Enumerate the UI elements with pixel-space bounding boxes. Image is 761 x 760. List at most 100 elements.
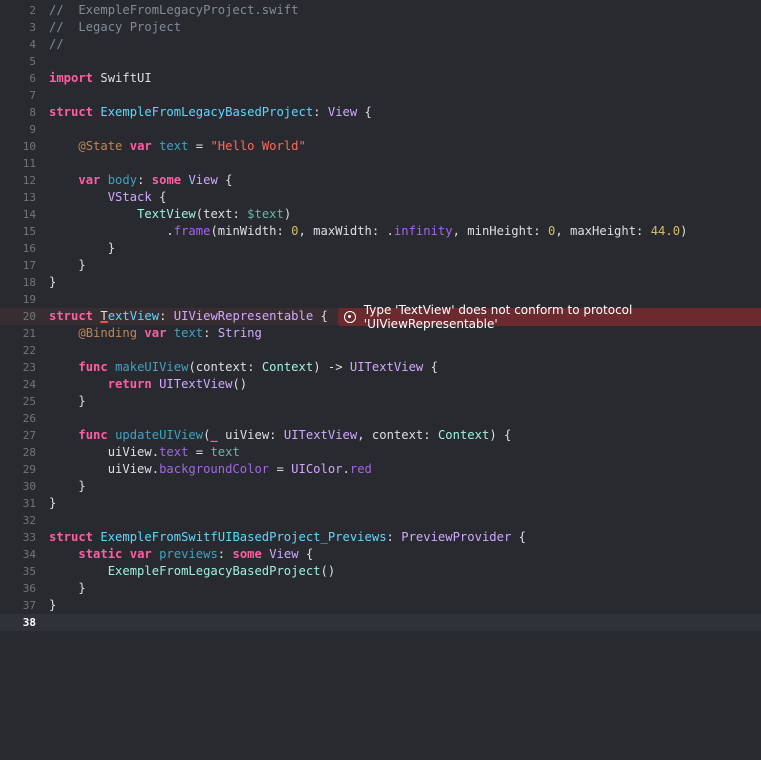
code-token: UITextView [159, 377, 233, 391]
code-token: func [78, 428, 108, 442]
code-token: } [49, 479, 86, 493]
line-number: 18 [22, 276, 36, 289]
line-number: 26 [22, 412, 36, 425]
code-line[interactable]: 30 } [0, 478, 761, 495]
line-number: 7 [29, 89, 36, 102]
code-token: , minHeight: [452, 224, 548, 238]
code-text: VStack { [49, 189, 167, 206]
code-text: } [49, 393, 85, 410]
code-token: text [173, 326, 204, 340]
code-token: = [269, 462, 292, 476]
code-editor[interactable]: 2 // ExempleFromLegacyProject.swift 3 // Le… [0, 0, 761, 760]
line-number: 2 [29, 4, 36, 17]
code-line[interactable]: 10 @State var text = "Hello World" [0, 138, 761, 155]
line-number: 24 [22, 378, 36, 391]
code-text: } [49, 597, 56, 614]
code-line[interactable]: 32 [0, 512, 761, 529]
code-line[interactable]: 13 VStack { [0, 189, 761, 206]
code-token: import [49, 71, 94, 85]
code-line[interactable]: 7 [0, 87, 761, 104]
code-token: struct [49, 309, 94, 323]
code-token: } [49, 496, 57, 510]
code-line[interactable]: 27 func updateUIView(_ uiView: UITextVie… [0, 427, 761, 444]
code-token: makeUIView [115, 360, 189, 374]
code-token: extView [107, 309, 160, 323]
code-token: { [357, 105, 372, 119]
code-line[interactable]: 6 import SwiftUI [0, 70, 761, 87]
code-token: String [217, 326, 262, 340]
code-line[interactable]: 36 } [0, 580, 761, 597]
code-token: 0 [291, 224, 299, 238]
code-line[interactable]: 9 [0, 121, 761, 138]
line-number: 9 [29, 123, 36, 136]
code-line[interactable]: 38 [0, 614, 761, 631]
code-token: // Legacy Project [49, 20, 182, 34]
code-line[interactable]: 14 TextView(text: $text) [0, 206, 761, 223]
code-line[interactable]: 25 } [0, 393, 761, 410]
code-line[interactable]: 8 struct ExempleFromLegacyBasedProject: V… [0, 104, 761, 121]
code-token: { [313, 309, 328, 323]
code-token: , maxHeight: [555, 224, 651, 238]
code-token: { [423, 360, 438, 374]
code-line[interactable]: 16 } [0, 240, 761, 257]
code-token: $text [247, 207, 284, 221]
line-number: 13 [22, 191, 36, 204]
code-line[interactable]: 3 // Legacy Project [0, 19, 761, 36]
code-line[interactable]: 4 // [0, 36, 761, 53]
code-token: struct [49, 105, 94, 119]
code-token: : [313, 105, 328, 119]
code-token: body [107, 173, 138, 187]
code-token: 44.0 [650, 224, 681, 238]
code-token: uiView. [49, 445, 160, 459]
code-token: infinity [393, 224, 453, 238]
code-token: // ExempleFromLegacyProject.swift [49, 3, 299, 17]
code-text: func updateUIView(_ uiView: UITextView, … [49, 427, 511, 444]
code-token: = [188, 445, 211, 459]
code-line[interactable]: 22 [0, 342, 761, 359]
code-token: (context: [188, 360, 262, 374]
code-token: { [298, 547, 314, 561]
code-line[interactable]: 15 .frame(minWidth: 0, maxWidth: .infini… [0, 223, 761, 240]
code-text: } [49, 240, 115, 257]
code-token: var [129, 547, 152, 561]
code-line[interactable]: 28 uiView.text = text [0, 444, 761, 461]
code-token: frame [173, 224, 211, 238]
code-line[interactable]: 24 return UITextView() [0, 376, 761, 393]
code-line[interactable]: 29 uiView.backgroundColor = UIColor.red [0, 461, 761, 478]
code-token: updateUIView [115, 428, 204, 442]
code-token: text [210, 445, 240, 459]
code-line[interactable]: 12 var body: some View { [0, 172, 761, 189]
line-number: 15 [22, 225, 36, 238]
code-line[interactable]: 35 ExempleFromLegacyBasedProject() [0, 563, 761, 580]
error-banner[interactable]: Type 'TextView' does not conform to prot… [338, 303, 761, 331]
code-line[interactable]: 2 // ExempleFromLegacyProject.swift [0, 2, 761, 19]
code-line[interactable]: 31} [0, 495, 761, 512]
code-text: // Legacy Project [49, 19, 181, 36]
line-number: 38 [22, 616, 36, 629]
code-line[interactable]: 18} [0, 274, 761, 291]
code-line[interactable]: 34 static var previews: some View { [0, 546, 761, 563]
code-token: { [151, 190, 167, 204]
code-token: (text: [195, 207, 248, 221]
code-line[interactable]: 5 [0, 53, 761, 70]
code-line[interactable]: 26 [0, 410, 761, 427]
code-line[interactable]: 23 func makeUIView(context: Context) -> … [0, 359, 761, 376]
code-token: ) { [489, 428, 512, 442]
line-number: 5 [29, 55, 36, 68]
code-line[interactable]: 11 [0, 155, 761, 172]
code-token: struct [49, 530, 94, 544]
code-line[interactable]: 33 struct ExempleFromSwitfUIBasedProject_… [0, 529, 761, 546]
code-token: some [232, 547, 262, 561]
code-text: } [49, 478, 86, 495]
code-token: previews [159, 547, 218, 561]
code-token: } [49, 241, 116, 255]
line-number: 28 [22, 446, 36, 459]
code-line[interactable]: 17 } [0, 257, 761, 274]
code-line[interactable]: 37} [0, 597, 761, 614]
